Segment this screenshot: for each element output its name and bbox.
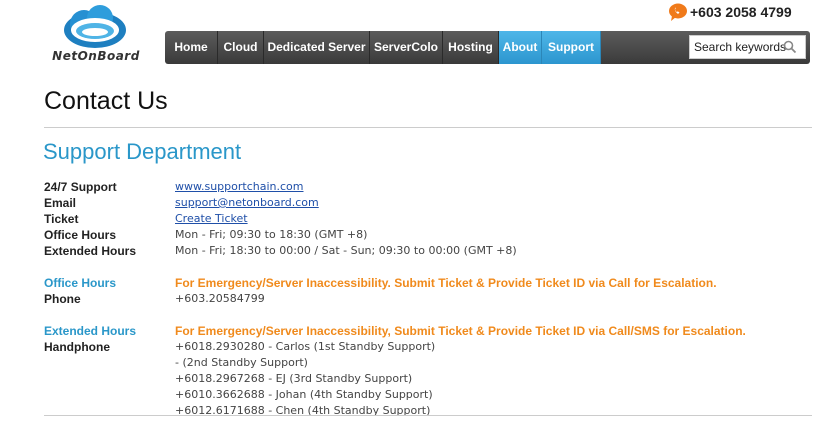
header-phone-number: +603 2058 4799 [690, 4, 792, 20]
header-phone: +603 2058 4799 [668, 2, 792, 22]
support-label: 24/7 Support [44, 180, 117, 194]
nav-home[interactable]: Home [165, 31, 218, 64]
office-hours-value: Mon - Fri; 09:30 to 18:30 (GMT +8) [175, 228, 368, 241]
nav-cloud[interactable]: Cloud [218, 31, 264, 64]
support-website-link[interactable]: www.supportchain.com [175, 180, 304, 193]
handphone-number: +6018.2967268 - EJ (3rd Standby Support) [175, 372, 413, 385]
page-title: Contact Us [44, 87, 168, 115]
handphone-number: +6010.3662688 - Johan (4th Standby Suppo… [175, 388, 433, 401]
nav-about[interactable]: About [499, 31, 542, 64]
logo-wordmark: NetOnBoard [52, 49, 140, 63]
office-hours-heading: Office Hours [44, 276, 117, 290]
search-icon[interactable] [783, 40, 797, 54]
office-hours-notice: For Emergency/Server Inaccessibility. Su… [175, 276, 717, 290]
nav-dedicated-server[interactable]: Dedicated Server [264, 31, 370, 64]
section-title: Support Department [43, 139, 242, 164]
nav-hosting[interactable]: Hosting [443, 31, 499, 64]
handphone-number: +6012.6171688 - Chen (4th Standby Suppor… [175, 404, 431, 417]
extended-hours-heading: Extended Hours [44, 324, 137, 338]
extended-hours-value: Mon - Fri; 18:30 to 00:00 / Sat - Sun; 0… [175, 244, 517, 257]
extended-hours-notice: For Emergency/Server Inaccessibility, Su… [175, 324, 746, 338]
ticket-label: Ticket [44, 212, 79, 226]
email-label: Email [44, 196, 77, 210]
nav-servercolo[interactable]: ServerColo [370, 31, 443, 64]
cloud-logo-icon [64, 5, 126, 48]
extended-hours-label: Extended Hours [44, 244, 137, 258]
phone-value: +603.20584799 [175, 292, 265, 305]
phone-label: Phone [44, 292, 81, 306]
create-ticket-link[interactable]: Create Ticket [175, 212, 248, 225]
bottom-divider [44, 415, 812, 416]
search-input[interactable] [690, 36, 789, 58]
main-navbar: Home Cloud Dedicated Server ServerColo H… [165, 31, 810, 64]
office-hours-label: Office Hours [44, 228, 117, 242]
phone-bubble-icon [669, 3, 687, 21]
handphone-label: Handphone [44, 340, 110, 354]
handphone-number: +6018.2930280 - Carlos (1st Standby Supp… [175, 340, 436, 353]
netonboard-logo[interactable]: NetOnBoard [44, 4, 148, 64]
nav-support[interactable]: Support [542, 31, 601, 64]
handphone-number: - (2nd Standby Support) [175, 356, 308, 369]
support-email-link[interactable]: support@netonboard.com [175, 196, 319, 209]
search-box [689, 35, 806, 59]
title-divider [44, 127, 812, 128]
